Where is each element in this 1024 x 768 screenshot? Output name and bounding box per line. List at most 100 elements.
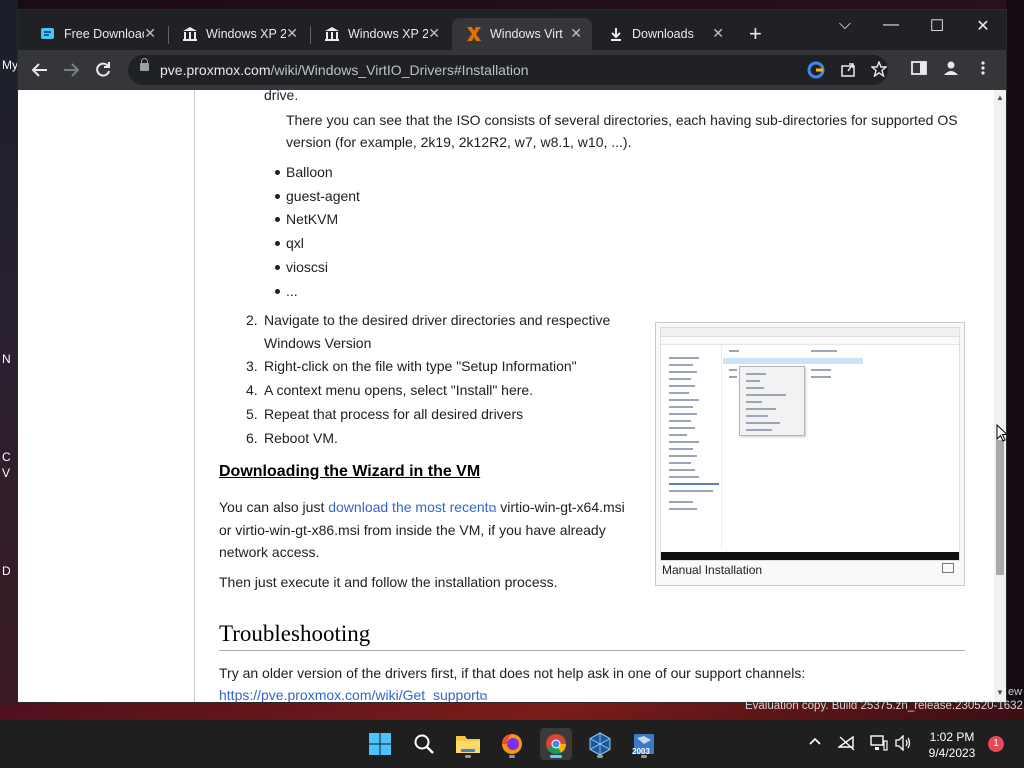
scroll-down-arrow-icon[interactable]: ▼ [996, 688, 1004, 697]
desktop-icon-label: ew [1008, 686, 1023, 698]
figure-thumbnail[interactable]: Manual Installation [655, 322, 965, 586]
step-number: 3. [246, 358, 258, 374]
get-support-link[interactable]: https://pve.proxmox.com/wiki/Get_support [219, 687, 480, 702]
desktop-icon-label: V [2, 466, 11, 480]
bullet-dot [275, 241, 280, 246]
scroll-up-arrow-icon[interactable]: ▲ [996, 93, 1004, 102]
bullet-dot [275, 194, 280, 199]
page-scrollbar[interactable]: ▲ ▼ [994, 90, 1006, 702]
desktop-icon-label: D [2, 564, 11, 578]
list-item: qxl [286, 235, 304, 251]
download-link[interactable]: download the most recent [328, 499, 488, 515]
firefox-icon[interactable] [496, 728, 528, 760]
step-text: Repeat that process for all desired driv… [264, 406, 524, 422]
step-number: 2. [246, 312, 258, 328]
kebab-menu-icon[interactable] [972, 60, 994, 80]
tab-close-icon[interactable]: ✕ [712, 25, 724, 42]
address-bar[interactable]: pve.proxmox.com/wiki/Windows_VirtIO_Driv… [128, 55, 888, 85]
tab-label: Windows Virt [490, 27, 563, 41]
clock-date: 9/4/2023 [928, 746, 976, 760]
troubleshooting-text: Try an older version of the drivers firs… [219, 665, 806, 681]
tab-close-icon[interactable]: ✕ [428, 25, 440, 42]
bookmark-star-icon[interactable] [869, 60, 889, 79]
reload-icon[interactable] [91, 59, 115, 81]
desktop-icon-label: C [2, 450, 11, 464]
bullet-dot [275, 265, 280, 270]
screenshot-image[interactable] [660, 327, 960, 561]
tab-label: Free Download [64, 27, 144, 41]
sidebar-divider [194, 90, 195, 702]
tab-downloads[interactable]: Downloads ✕ [594, 18, 734, 50]
step-number: 4. [246, 382, 258, 398]
external-link-icon: ⧉ [479, 691, 488, 702]
bullet-dot [275, 170, 280, 175]
notification-badge[interactable]: 1 [988, 736, 1004, 752]
list-item: ... [286, 283, 298, 299]
iso-description: There you can see that the ISO consists … [286, 112, 958, 128]
tab-label: Windows XP 2 [206, 27, 286, 41]
windows-taskbar: 2003 1:02 PM 9/4/2023 1 [0, 720, 1024, 768]
bullet-dot [275, 289, 280, 294]
tab-windows-xp-2[interactable]: Windows XP 2 ✕ [310, 18, 450, 50]
close-window-button[interactable]: ✕ [968, 16, 998, 36]
section-heading-troubleshooting: Troubleshooting [219, 621, 371, 646]
chrome-icon[interactable] [540, 728, 572, 760]
clock-time: 1:02 PM [929, 730, 975, 744]
wizard-paragraph: You can also just download the most rece… [219, 499, 625, 515]
tab-label: Downloads [632, 27, 694, 41]
archive-icon [324, 26, 340, 42]
file-explorer-icon[interactable] [452, 728, 484, 760]
tab-windows-virtio[interactable]: Windows Virt ✕ [452, 18, 592, 50]
forward-arrow-icon[interactable] [59, 59, 83, 81]
back-arrow-icon[interactable] [28, 59, 52, 81]
tab-close-icon[interactable]: ✕ [144, 25, 156, 42]
lock-icon [140, 58, 149, 71]
show-hidden-icons-chevron-icon[interactable] [808, 735, 822, 752]
share-icon[interactable] [838, 61, 858, 79]
step-text: A context menu opens, select "Install" h… [264, 382, 534, 398]
profile-avatar-icon[interactable] [940, 60, 962, 80]
bullet-dot [275, 217, 280, 222]
side-panel-icon[interactable] [908, 60, 930, 80]
url-text[interactable]: pve.proxmox.com/wiki/Windows_VirtIO_Driv… [160, 62, 529, 78]
figure-caption: Manual Installation [662, 563, 763, 577]
step-text: Right-click on the file with type "Setup… [264, 358, 577, 374]
download-icon [608, 26, 624, 42]
google-lens-icon[interactable] [806, 61, 826, 79]
page-content: drive. There you can see that the ISO co… [18, 90, 994, 702]
step-text: Reboot VM. [264, 430, 338, 446]
step-number: 5. [246, 406, 258, 422]
network-disconnected-icon[interactable] [836, 735, 856, 754]
tab-close-icon[interactable]: ✕ [570, 25, 582, 42]
evaluation-watermark: Evaluation copy. Build 25375.zn_release.… [745, 700, 1023, 712]
minimize-button[interactable]: — [876, 16, 906, 34]
tab-search-dropdown-icon[interactable]: ⌵ [830, 16, 860, 34]
tab-close-icon[interactable]: ✕ [286, 25, 298, 42]
windows-server-2003-vm-icon[interactable]: 2003 [628, 728, 660, 760]
taskbar-clock[interactable]: 1:02 PM 9/4/2023 [926, 729, 978, 761]
step-text: Navigate to the desired driver directori… [264, 312, 611, 328]
volume-icon[interactable] [895, 734, 913, 754]
section-heading-wizard: Downloading the Wizard in the VM [219, 463, 481, 480]
desktop-icon-label: My [2, 58, 18, 72]
tab-windows-xp-1[interactable]: Windows XP 2 ✕ [168, 18, 308, 50]
desktop-left-strip: My N C V D [0, 0, 18, 705]
network-icon[interactable] [870, 735, 888, 754]
iso-description-cont: version (for example, 2k19, 2k12R2, w7, … [286, 134, 632, 150]
start-button[interactable] [364, 728, 396, 760]
new-tab-button[interactable]: + [749, 23, 762, 45]
maximize-button[interactable]: ☐ [922, 16, 952, 36]
desktop-right-strip: ew [1006, 0, 1024, 705]
scrollbar-thumb[interactable] [996, 440, 1004, 575]
tab-free-download[interactable]: Free Download ✕ [26, 18, 166, 50]
virtualbox-icon[interactable] [584, 728, 616, 760]
step-number: 6. [246, 430, 258, 446]
wizard-paragraph-2: Then just execute it and follow the inst… [219, 574, 558, 590]
search-icon[interactable] [408, 728, 440, 760]
troubleshooting-link-line: https://pve.proxmox.com/wiki/Get_support… [219, 684, 488, 702]
mouse-cursor-icon [996, 423, 1009, 447]
step-text: Windows Version [264, 335, 372, 351]
enlarge-icon[interactable] [942, 563, 954, 573]
wizard-paragraph-cont: network access. [219, 544, 320, 560]
list-item: guest-agent [286, 188, 360, 204]
